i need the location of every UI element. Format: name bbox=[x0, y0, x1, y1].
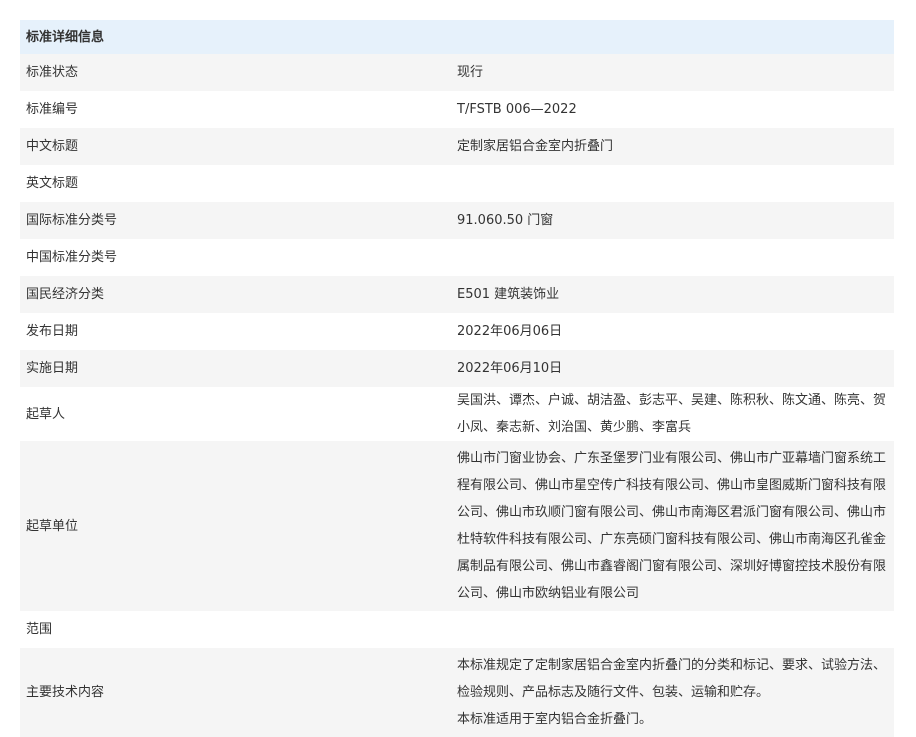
row-label: 标准编号 bbox=[20, 91, 457, 128]
table-header-row: 标准详细信息 bbox=[20, 20, 894, 54]
row-value bbox=[457, 165, 894, 202]
row-label: 起草人 bbox=[20, 387, 457, 441]
table-row-english-title: 英文标题 bbox=[20, 165, 894, 202]
row-label: 实施日期 bbox=[20, 350, 457, 387]
row-label: 标准状态 bbox=[20, 54, 457, 91]
row-label: 英文标题 bbox=[20, 165, 457, 202]
row-value: 本标准规定了定制家居铝合金室内折叠门的分类和标记、要求、试验方法、检验规则、产品… bbox=[457, 648, 886, 737]
row-value: 吴国洪、谭杰、户诚、胡洁盈、彭志平、吴建、陈积秋、陈文通、陈亮、贺小凤、秦志新、… bbox=[457, 387, 894, 441]
section-title: 标准详细信息 bbox=[20, 20, 894, 54]
table-row-drafters: 起草人 吴国洪、谭杰、户诚、胡洁盈、彭志平、吴建、陈积秋、陈文通、陈亮、贺小凤、… bbox=[20, 387, 894, 441]
table-row-drafting-units: 起草单位 佛山市门窗业协会、广东圣堡罗门业有限公司、佛山市广亚幕墙门窗系统工程有… bbox=[20, 441, 894, 611]
row-label: 国际标准分类号 bbox=[20, 202, 457, 239]
table-row-economic-class: 国民经济分类 E501 建筑装饰业 bbox=[20, 276, 894, 313]
row-value bbox=[457, 611, 894, 648]
row-value: 定制家居铝合金室内折叠门 bbox=[457, 128, 894, 165]
table-row-ics: 国际标准分类号 91.060.50 门窗 bbox=[20, 202, 894, 239]
row-value: 现行 bbox=[457, 54, 894, 91]
standard-detail-table: 标准详细信息 标准状态 现行 标准编号 T/FSTB 006—2022 中文标题… bbox=[20, 20, 894, 737]
row-value: E501 建筑装饰业 bbox=[457, 276, 894, 313]
table-row-main-content: 主要技术内容 本标准规定了定制家居铝合金室内折叠门的分类和标记、要求、试验方法、… bbox=[20, 648, 894, 737]
table-row-publish-date: 发布日期 2022年06月06日 bbox=[20, 313, 894, 350]
table-row-implement-date: 实施日期 2022年06月10日 bbox=[20, 350, 894, 387]
row-value: 91.060.50 门窗 bbox=[457, 202, 894, 239]
table-row-chinese-title: 中文标题 定制家居铝合金室内折叠门 bbox=[20, 128, 894, 165]
row-value: 2022年06月10日 bbox=[457, 350, 894, 387]
table-row-status: 标准状态 现行 bbox=[20, 54, 894, 91]
table-row-scope: 范围 bbox=[20, 611, 894, 648]
row-label: 范围 bbox=[20, 611, 457, 648]
row-label: 起草单位 bbox=[20, 441, 457, 611]
content-line: 本标准适用于室内铝合金折叠门。 bbox=[457, 712, 653, 727]
standard-detail-panel: 标准详细信息 标准状态 现行 标准编号 T/FSTB 006—2022 中文标题… bbox=[20, 20, 894, 737]
row-label: 发布日期 bbox=[20, 313, 457, 350]
row-value: 2022年06月06日 bbox=[457, 313, 894, 350]
content-line: 本标准规定了定制家居铝合金室内折叠门的分类和标记、要求、试验方法、检验规则、产品… bbox=[457, 658, 887, 700]
row-label: 中国标准分类号 bbox=[20, 239, 457, 276]
row-label: 国民经济分类 bbox=[20, 276, 457, 313]
row-label: 主要技术内容 bbox=[20, 648, 457, 737]
row-value bbox=[457, 239, 894, 276]
table-row-ccs: 中国标准分类号 bbox=[20, 239, 894, 276]
row-value: T/FSTB 006—2022 bbox=[457, 91, 894, 128]
row-value: 佛山市门窗业协会、广东圣堡罗门业有限公司、佛山市广亚幕墙门窗系统工程有限公司、佛… bbox=[457, 451, 887, 601]
table-row-number: 标准编号 T/FSTB 006—2022 bbox=[20, 91, 894, 128]
row-label: 中文标题 bbox=[20, 128, 457, 165]
